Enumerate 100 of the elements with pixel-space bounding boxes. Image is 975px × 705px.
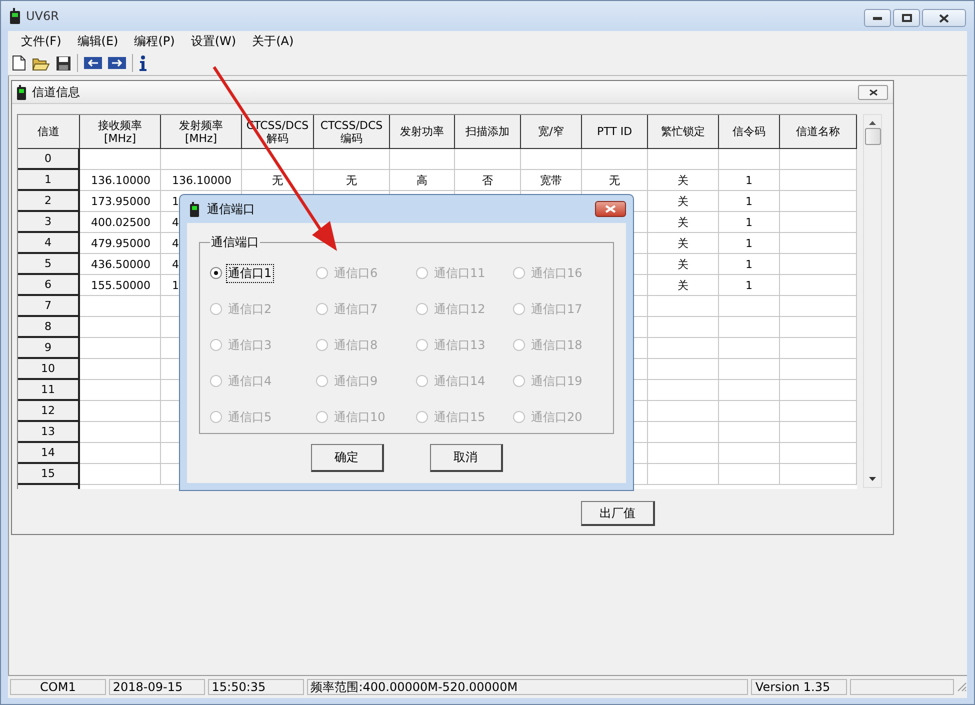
- radio-icon: [210, 339, 222, 351]
- close-icon: [868, 88, 878, 96]
- column-header[interactable]: 发射功率: [390, 115, 455, 149]
- status-text: Version 1.35: [751, 679, 848, 695]
- table-cell: 关: [648, 212, 719, 233]
- menu-item[interactable]: 文件(F): [18, 32, 64, 50]
- table-cell: 高: [390, 170, 455, 191]
- open-folder-icon[interactable]: [32, 56, 50, 70]
- column-header[interactable]: 信令码: [719, 115, 780, 149]
- radio-icon: [416, 303, 428, 315]
- table-cell: 1: [719, 233, 780, 254]
- column-header[interactable]: 宽/窄: [521, 115, 582, 149]
- minimize-button[interactable]: [864, 9, 891, 27]
- close-icon: [605, 205, 616, 213]
- radio-icon: [416, 411, 428, 423]
- row-header[interactable]: 4: [18, 233, 80, 254]
- dialog-button[interactable]: 取消: [430, 444, 502, 472]
- table-cell: [719, 422, 780, 443]
- info-icon[interactable]: [139, 55, 147, 71]
- table-cell: 1: [719, 254, 780, 275]
- menu-item[interactable]: 关于(A): [249, 32, 297, 50]
- menu-item[interactable]: 编程(P): [131, 32, 178, 50]
- column-header[interactable]: 信道: [18, 115, 80, 149]
- maximize-icon: [902, 14, 912, 22]
- table-cell: 136.10000: [161, 170, 242, 191]
- table-cell: [648, 401, 719, 422]
- status-text: 15:50:35: [208, 679, 304, 695]
- row-header[interactable]: 8: [18, 317, 80, 338]
- row-header[interactable]: 1: [18, 170, 80, 191]
- row-header[interactable]: 9: [18, 338, 80, 359]
- radio-icon: [17, 84, 26, 100]
- table-cell: 否: [455, 170, 521, 191]
- table-cell: [719, 149, 780, 170]
- table-cell: [648, 359, 719, 380]
- table-cell: [719, 296, 780, 317]
- scroll-thumb[interactable]: [864, 128, 880, 145]
- column-header[interactable]: 繁忙锁定: [648, 115, 719, 149]
- new-file-icon[interactable]: [12, 55, 26, 71]
- menu-item[interactable]: 设置(W): [188, 32, 240, 50]
- table-cell: [719, 359, 780, 380]
- column-header[interactable]: CTCSS/DCS 编码: [314, 115, 390, 149]
- close-button[interactable]: [922, 9, 966, 27]
- column-header[interactable]: 发射频率 [MHz]: [161, 115, 242, 149]
- table-cell: [648, 317, 719, 338]
- column-header[interactable]: 接收频率 [MHz]: [80, 115, 161, 149]
- menu-item[interactable]: 编辑(E): [74, 32, 122, 50]
- save-icon[interactable]: [56, 56, 71, 70]
- maximize-button[interactable]: [893, 9, 920, 27]
- row-header[interactable]: 11: [18, 380, 80, 401]
- table-cell: [648, 149, 719, 170]
- row-header[interactable]: 12: [18, 401, 80, 422]
- radio-icon: [316, 375, 328, 387]
- row-header[interactable]: 0: [18, 149, 80, 170]
- window-title: UV6R: [26, 9, 59, 23]
- column-header[interactable]: PTT ID: [582, 115, 648, 149]
- table-cell: 无: [582, 170, 648, 191]
- table-cell: 关: [648, 233, 719, 254]
- table-cell: [719, 401, 780, 422]
- row-header[interactable]: 5: [18, 254, 80, 275]
- resize-grip-icon[interactable]: [957, 682, 968, 692]
- radio-icon: [513, 267, 525, 279]
- table-cell: [582, 149, 648, 170]
- minimize-icon: [873, 16, 882, 20]
- row-header[interactable]: 3: [18, 212, 80, 233]
- row-header[interactable]: 2: [18, 191, 80, 212]
- scroll-down-icon[interactable]: [869, 477, 876, 481]
- table-cell: 无: [242, 170, 314, 191]
- close-button[interactable]: [858, 84, 888, 100]
- radio-icon: [210, 303, 222, 315]
- dialog-button[interactable]: 确定: [310, 444, 384, 472]
- factory-default-button[interactable]: 出厂值: [581, 501, 655, 526]
- column-header[interactable]: 扫描添加: [455, 115, 521, 149]
- table-cell: 436.50000: [80, 254, 161, 275]
- table-cell: 400.02500: [80, 212, 161, 233]
- vertical-scrollbar[interactable]: [863, 114, 882, 488]
- radio-icon: [416, 339, 428, 351]
- column-header[interactable]: 信道名称: [780, 115, 857, 149]
- row-header[interactable]: 13: [18, 422, 80, 443]
- table-cell: 479.95000: [80, 233, 161, 254]
- table-cell: 宽带: [521, 170, 582, 191]
- radio-icon: [316, 303, 328, 315]
- table-cell: [521, 149, 582, 170]
- row-header[interactable]: 6: [18, 275, 80, 296]
- table-cell: [648, 443, 719, 464]
- status-text: COM1: [10, 679, 106, 695]
- table-cell: 无: [314, 170, 390, 191]
- row-header[interactable]: 7: [18, 296, 80, 317]
- table-cell: 1: [719, 191, 780, 212]
- radio-icon: [210, 375, 222, 387]
- row-header[interactable]: 10: [18, 359, 80, 380]
- row-header[interactable]: 14: [18, 443, 80, 464]
- scroll-up-icon[interactable]: [869, 121, 876, 125]
- status-text: 2018-09-15: [108, 679, 205, 695]
- radio-icon: [316, 339, 328, 351]
- table-cell: 173.95000: [80, 191, 161, 212]
- close-button[interactable]: [595, 201, 626, 217]
- row-header[interactable]: 15: [18, 464, 80, 485]
- table-cell: 关: [648, 191, 719, 212]
- table-cell: [648, 380, 719, 401]
- radio-icon: [513, 411, 525, 423]
